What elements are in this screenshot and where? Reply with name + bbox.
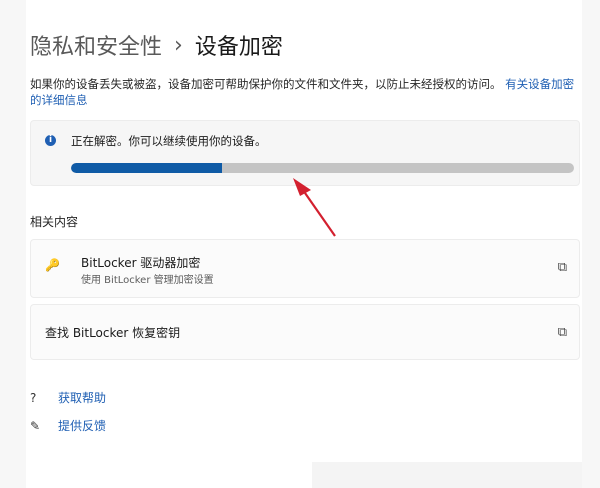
open-external-icon[interactable]: ⧉ xyxy=(558,325,567,340)
bitlocker-drive-encryption-item[interactable]: 🔑 BitLocker 驱动器加密 使用 BitLocker 管理加密设置 ⧉ xyxy=(30,239,580,298)
bitlocker-subtitle: 使用 BitLocker 管理加密设置 xyxy=(81,275,214,286)
find-recovery-key-item[interactable]: 查找 BitLocker 恢复密钥 ⧉ xyxy=(30,304,580,360)
related-content-heading: 相关内容 xyxy=(30,215,79,229)
recovery-key-title: 查找 BitLocker 恢复密钥 xyxy=(45,326,181,340)
feedback-icon: ✎ xyxy=(30,418,41,433)
bitlocker-title: BitLocker 驱动器加密 xyxy=(81,256,201,270)
get-help-link[interactable]: ? 获取帮助 xyxy=(30,389,106,406)
open-external-icon[interactable]: ⧉ xyxy=(558,260,567,275)
give-feedback-label[interactable]: 提供反馈 xyxy=(58,417,106,434)
give-feedback-link[interactable]: ✎ 提供反馈 xyxy=(30,417,106,434)
help-icon: ? xyxy=(30,390,37,405)
get-help-label[interactable]: 获取帮助 xyxy=(58,389,106,406)
key-icon: 🔑 xyxy=(45,258,60,272)
